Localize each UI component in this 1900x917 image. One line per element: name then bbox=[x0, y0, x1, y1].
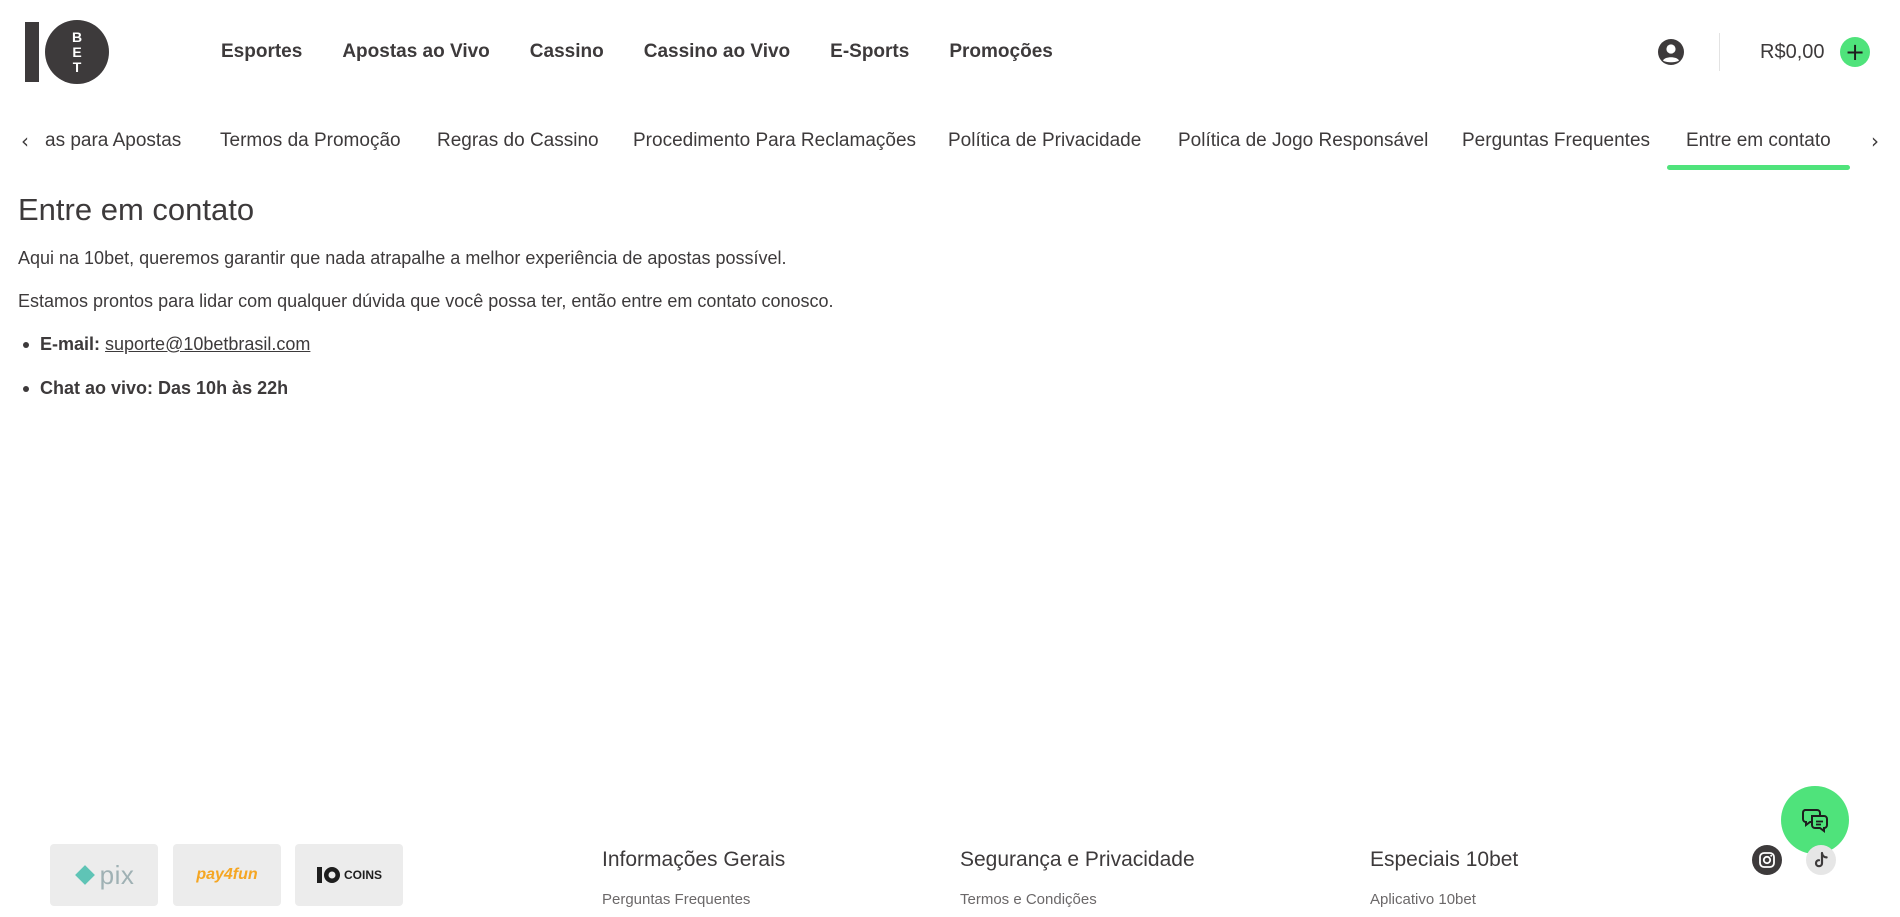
footer-heading: Especiais 10bet bbox=[1370, 848, 1519, 871]
pix-logo-icon bbox=[74, 865, 95, 885]
svg-text:E: E bbox=[72, 44, 81, 60]
tab-termos-da-promocao[interactable]: Termos da Promoção bbox=[220, 126, 401, 156]
tab-procedimento-reclamacoes[interactable]: Procedimento Para Reclamações bbox=[633, 126, 916, 156]
footer-col-seguranca: Segurança e Privacidade Termos e Condiçõ… bbox=[960, 846, 1195, 910]
user-circle-icon[interactable] bbox=[1657, 38, 1685, 66]
nav-e-sports[interactable]: E-Sports bbox=[830, 38, 909, 66]
footer-col-especiais: Especiais 10bet Aplicativo 10bet bbox=[1370, 846, 1518, 910]
page-title: Entre em contato bbox=[18, 192, 255, 227]
contact-content: Entre em contato Aqui na 10bet, queremos… bbox=[18, 190, 1018, 419]
email-label: E-mail: bbox=[40, 334, 101, 354]
tab-apostas[interactable]: as para Apostas bbox=[45, 126, 181, 156]
10bet-logo[interactable]: B E T bbox=[25, 20, 111, 84]
intro-paragraph: Aqui na 10bet, queremos garantir que nad… bbox=[18, 248, 787, 268]
scroll-left-icon[interactable]: ‹ bbox=[13, 126, 37, 156]
nav-cassino[interactable]: Cassino bbox=[530, 38, 604, 66]
support-email-link[interactable]: suporte@10betbrasil.com bbox=[105, 334, 310, 354]
nav-promocoes[interactable]: Promoções bbox=[949, 38, 1052, 66]
active-tab-indicator bbox=[1667, 165, 1850, 170]
tab-entre-em-contato[interactable]: Entre em contato bbox=[1686, 126, 1831, 156]
footer-link-perguntas-frequentes[interactable]: Perguntas Frequentes bbox=[602, 890, 785, 910]
header-divider bbox=[1719, 33, 1720, 71]
10coins-payment-badge: COINS bbox=[295, 844, 403, 906]
balance-display[interactable]: R$0,00 bbox=[1760, 38, 1825, 66]
footer-link-aplicativo[interactable]: Aplicativo 10bet bbox=[1370, 890, 1518, 910]
live-chat-hours: Chat ao vivo: Das 10h às 22h bbox=[40, 378, 289, 398]
instagram-icon[interactable] bbox=[1752, 845, 1782, 875]
header: B E T Esportes Apostas ao Vivo Cassino C… bbox=[0, 0, 1900, 104]
footer-heading: Informações Gerais bbox=[602, 848, 786, 871]
contact-list: E-mail: suporte@10betbrasil.com Chat ao … bbox=[18, 331, 1018, 401]
scroll-right-icon[interactable]: › bbox=[1863, 126, 1887, 156]
nav-apostas-ao-vivo[interactable]: Apostas ao Vivo bbox=[342, 38, 489, 66]
instagram-glyph bbox=[1759, 852, 1775, 868]
chat-bubbles-icon bbox=[1802, 809, 1828, 833]
tiktok-icon[interactable] bbox=[1806, 845, 1836, 875]
tab-politica-de-privacidade[interactable]: Política de Privacidade bbox=[948, 126, 1141, 156]
live-chat-button[interactable] bbox=[1781, 786, 1849, 854]
footer-col-info-gerais: Informações Gerais Perguntas Frequentes bbox=[602, 846, 785, 910]
list-item: E-mail: suporte@10betbrasil.com bbox=[18, 331, 1018, 357]
info-tabs: ‹ as para Apostas Termos da Promoção Reg… bbox=[0, 120, 1900, 172]
footer-link-termos-condicoes[interactable]: Termos e Condições bbox=[960, 890, 1195, 910]
10coins-logo-icon bbox=[316, 867, 340, 883]
svg-text:T: T bbox=[73, 59, 82, 75]
tab-regras-do-cassino[interactable]: Regras do Cassino bbox=[437, 126, 599, 156]
list-item: Chat ao vivo: Das 10h às 22h bbox=[18, 375, 1018, 401]
nav-esportes[interactable]: Esportes bbox=[221, 38, 302, 66]
pix-payment-badge: pix bbox=[50, 844, 158, 906]
svg-text:B: B bbox=[72, 29, 82, 45]
info-tabs-track: as para Apostas Termos da Promoção Regra… bbox=[45, 120, 1857, 172]
nav-cassino-ao-vivo[interactable]: Cassino ao Vivo bbox=[644, 38, 790, 66]
pay4fun-payment-badge: pay4fun bbox=[173, 844, 281, 906]
tab-politica-jogo-responsavel[interactable]: Política de Jogo Responsável bbox=[1178, 126, 1428, 156]
pay4fun-logo-text: pay4fun bbox=[196, 866, 258, 883]
tab-perguntas-frequentes[interactable]: Perguntas Frequentes bbox=[1462, 126, 1650, 156]
footer-heading: Segurança e Privacidade bbox=[960, 848, 1195, 871]
ready-paragraph: Estamos prontos para lidar com qualquer … bbox=[18, 291, 834, 311]
10coins-logo-text: COINS bbox=[343, 868, 382, 882]
deposit-button[interactable]: + bbox=[1840, 37, 1870, 67]
tiktok-glyph bbox=[1814, 851, 1828, 868]
pix-logo-text: pix bbox=[99, 859, 135, 890]
main-nav: Esportes Apostas ao Vivo Cassino Cassino… bbox=[221, 38, 1053, 66]
